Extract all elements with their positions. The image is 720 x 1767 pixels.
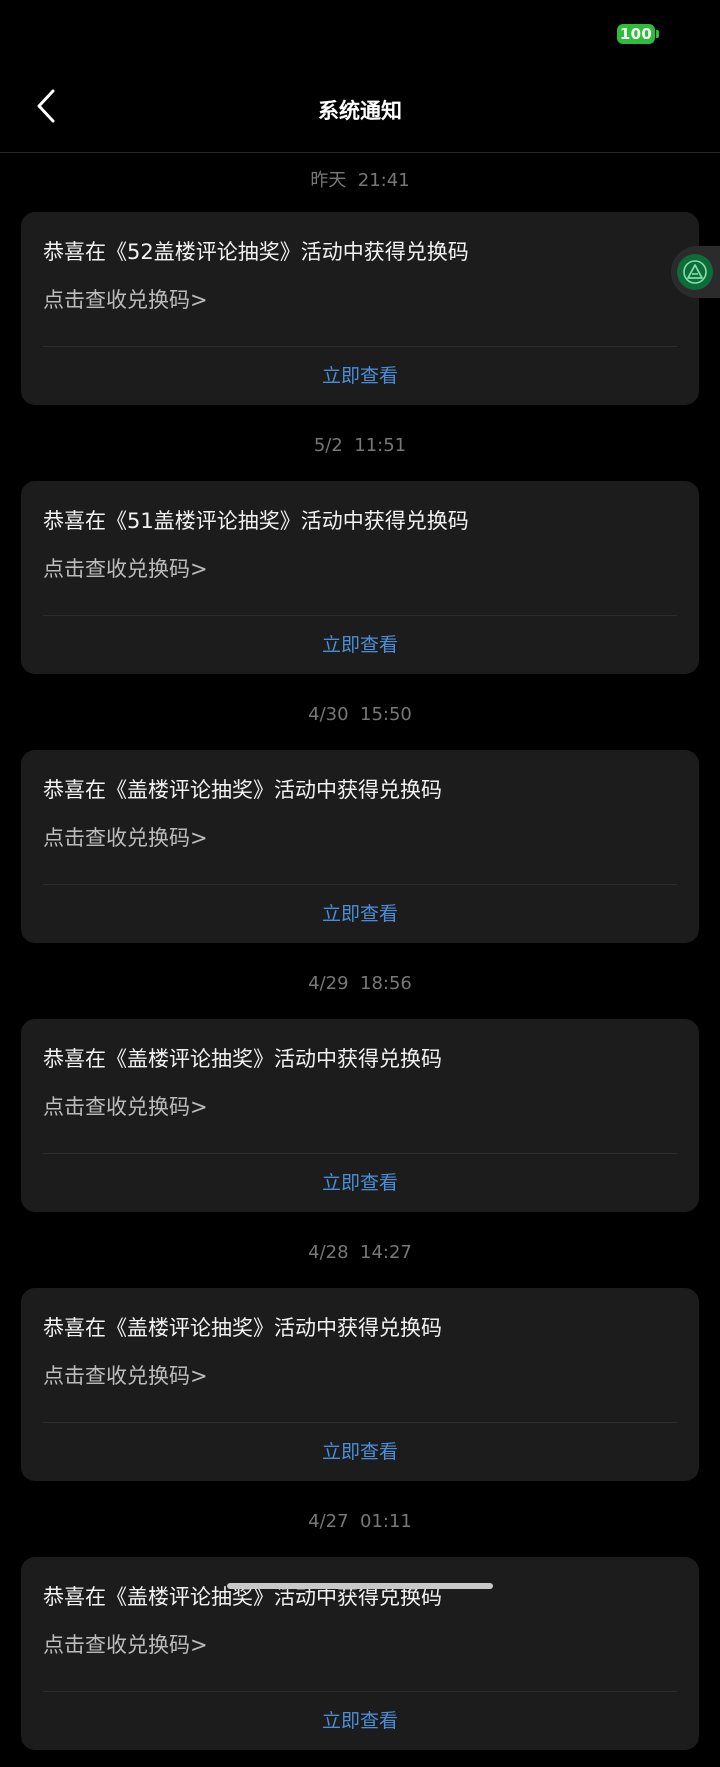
home-indicator[interactable]	[227, 1583, 493, 1589]
notification-card[interactable]: 恭喜在《52盖楼评论抽奖》活动中获得兑换码 点击查收兑换码> 立即查看	[21, 212, 699, 405]
battery-indicator: 100	[617, 24, 659, 44]
notification-subtitle[interactable]: 点击查收兑换码>	[43, 1629, 208, 1659]
notification-time: 4/28 14:27	[308, 1242, 412, 1263]
notification-title: 恭喜在《51盖楼评论抽奖》活动中获得兑换码	[43, 509, 469, 533]
assistant-logo-icon	[677, 254, 713, 290]
notification-card[interactable]: 恭喜在《盖楼评论抽奖》活动中获得兑换码 点击查收兑换码> 立即查看	[21, 750, 699, 943]
notification-card[interactable]: 恭喜在《盖楼评论抽奖》活动中获得兑换码 点击查收兑换码> 立即查看	[21, 1288, 699, 1481]
notification-item: 5/2 11:51 恭喜在《51盖楼评论抽奖》活动中获得兑换码 点击查收兑换码>…	[0, 422, 720, 691]
notification-title: 恭喜在《盖楼评论抽奖》活动中获得兑换码	[43, 1316, 442, 1340]
notification-time: 4/29 18:56	[308, 973, 412, 994]
notification-item: 昨天 21:41 恭喜在《52盖楼评论抽奖》活动中获得兑换码 点击查收兑换码> …	[0, 153, 720, 422]
notification-subtitle[interactable]: 点击查收兑换码>	[43, 1360, 208, 1390]
notification-time: 昨天 21:41	[310, 170, 410, 191]
view-now-button[interactable]: 立即查看	[21, 1423, 699, 1481]
notification-subtitle[interactable]: 点击查收兑换码>	[43, 553, 208, 583]
view-now-button[interactable]: 立即查看	[21, 885, 699, 943]
notification-title: 恭喜在《盖楼评论抽奖》活动中获得兑换码	[43, 1047, 442, 1071]
notification-title: 恭喜在《52盖楼评论抽奖》活动中获得兑换码	[43, 240, 469, 264]
notification-item: 4/27 01:11 恭喜在《盖楼评论抽奖》活动中获得兑换码 点击查收兑换码> …	[0, 1498, 720, 1767]
page-title: 系统通知	[318, 99, 402, 123]
notification-title: 恭喜在《盖楼评论抽奖》活动中获得兑换码	[43, 778, 442, 802]
notification-card[interactable]: 恭喜在《盖楼评论抽奖》活动中获得兑换码 点击查收兑换码> 立即查看	[21, 1019, 699, 1212]
view-now-button[interactable]: 立即查看	[21, 616, 699, 674]
notification-subtitle[interactable]: 点击查收兑换码>	[43, 822, 208, 852]
notification-time: 4/27 01:11	[308, 1511, 412, 1532]
floating-assistant-button[interactable]	[671, 246, 720, 298]
notification-card[interactable]: 恭喜在《51盖楼评论抽奖》活动中获得兑换码 点击查收兑换码> 立即查看	[21, 481, 699, 674]
notification-item: 4/29 18:56 恭喜在《盖楼评论抽奖》活动中获得兑换码 点击查收兑换码> …	[0, 960, 720, 1229]
status-bar: 100	[0, 0, 720, 70]
header: 系统通知	[0, 70, 720, 153]
notification-time: 5/2 11:51	[313, 435, 407, 456]
notification-list[interactable]: 昨天 21:41 恭喜在《52盖楼评论抽奖》活动中获得兑换码 点击查收兑换码> …	[0, 153, 720, 1767]
notification-subtitle[interactable]: 点击查收兑换码>	[43, 1091, 208, 1121]
notification-item: 4/30 15:50 恭喜在《盖楼评论抽奖》活动中获得兑换码 点击查收兑换码> …	[0, 691, 720, 960]
view-now-button[interactable]: 立即查看	[21, 347, 699, 405]
notification-time: 4/30 15:50	[308, 704, 412, 725]
view-now-button[interactable]: 立即查看	[21, 1154, 699, 1212]
back-button[interactable]	[22, 84, 70, 132]
view-now-button[interactable]: 立即查看	[21, 1692, 699, 1750]
chevron-left-icon	[35, 88, 57, 128]
notification-subtitle[interactable]: 点击查收兑换码>	[43, 284, 208, 314]
notification-item: 4/28 14:27 恭喜在《盖楼评论抽奖》活动中获得兑换码 点击查收兑换码> …	[0, 1229, 720, 1498]
